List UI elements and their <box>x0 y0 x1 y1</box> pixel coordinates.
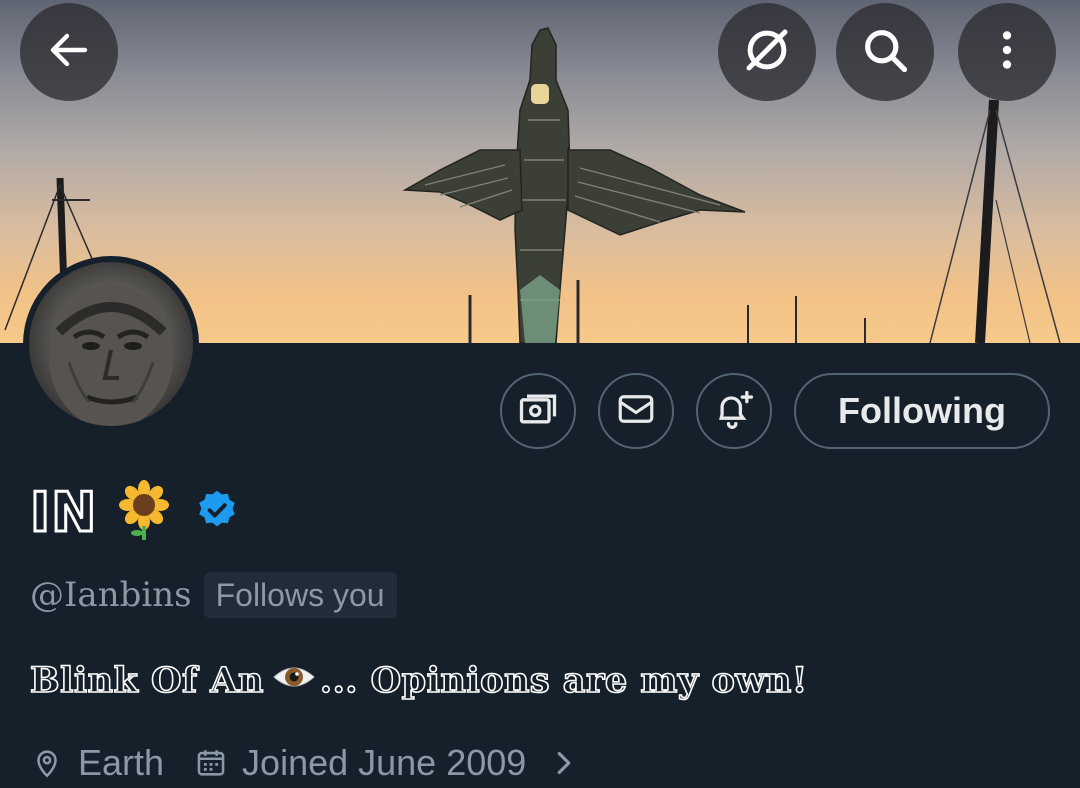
grok-icon <box>740 23 794 81</box>
joined-date-text[interactable]: Joined June 2009 <box>242 742 526 784</box>
eye-icon <box>272 660 316 701</box>
profile-meta: Earth Joined June 2009 <box>30 738 590 788</box>
profile-avatar[interactable] <box>23 256 199 432</box>
message-button[interactable] <box>598 373 674 449</box>
bio-text-suffix: ... Opinions are my own! <box>319 659 808 702</box>
more-button[interactable] <box>958 3 1056 101</box>
money-icon <box>516 387 560 435</box>
search-button[interactable] <box>836 3 934 101</box>
profile-bio: Blink Of An ... Opinions are my own! <box>29 652 808 708</box>
follows-you-badge: Follows you <box>203 572 397 618</box>
following-button[interactable]: Following <box>794 373 1050 449</box>
sunflower-icon <box>117 480 171 544</box>
handle-row: @Ianbins Follows you <box>30 572 397 618</box>
grok-button[interactable] <box>718 3 816 101</box>
envelope-icon <box>615 388 657 434</box>
user-handle: @Ianbins <box>30 575 192 615</box>
display-name-row: IN <box>28 479 239 545</box>
calendar-icon <box>197 750 225 776</box>
bell-plus-icon <box>712 387 756 435</box>
avatar-image <box>29 262 193 426</box>
chevron-right-icon[interactable] <box>552 744 576 782</box>
tip-button[interactable] <box>500 373 576 449</box>
search-icon <box>859 24 911 80</box>
verified-badge-icon[interactable] <box>195 488 239 536</box>
back-button[interactable] <box>20 3 118 101</box>
location-text: Earth <box>78 742 165 783</box>
location-pin-icon <box>37 750 57 778</box>
bio-text-prefix: Blink Of An <box>29 659 264 702</box>
following-label: Following <box>838 390 1006 431</box>
arrow-left-icon <box>45 26 93 78</box>
notify-button[interactable] <box>696 373 772 449</box>
display-name: IN <box>28 479 98 545</box>
more-vertical-icon <box>982 25 1032 79</box>
